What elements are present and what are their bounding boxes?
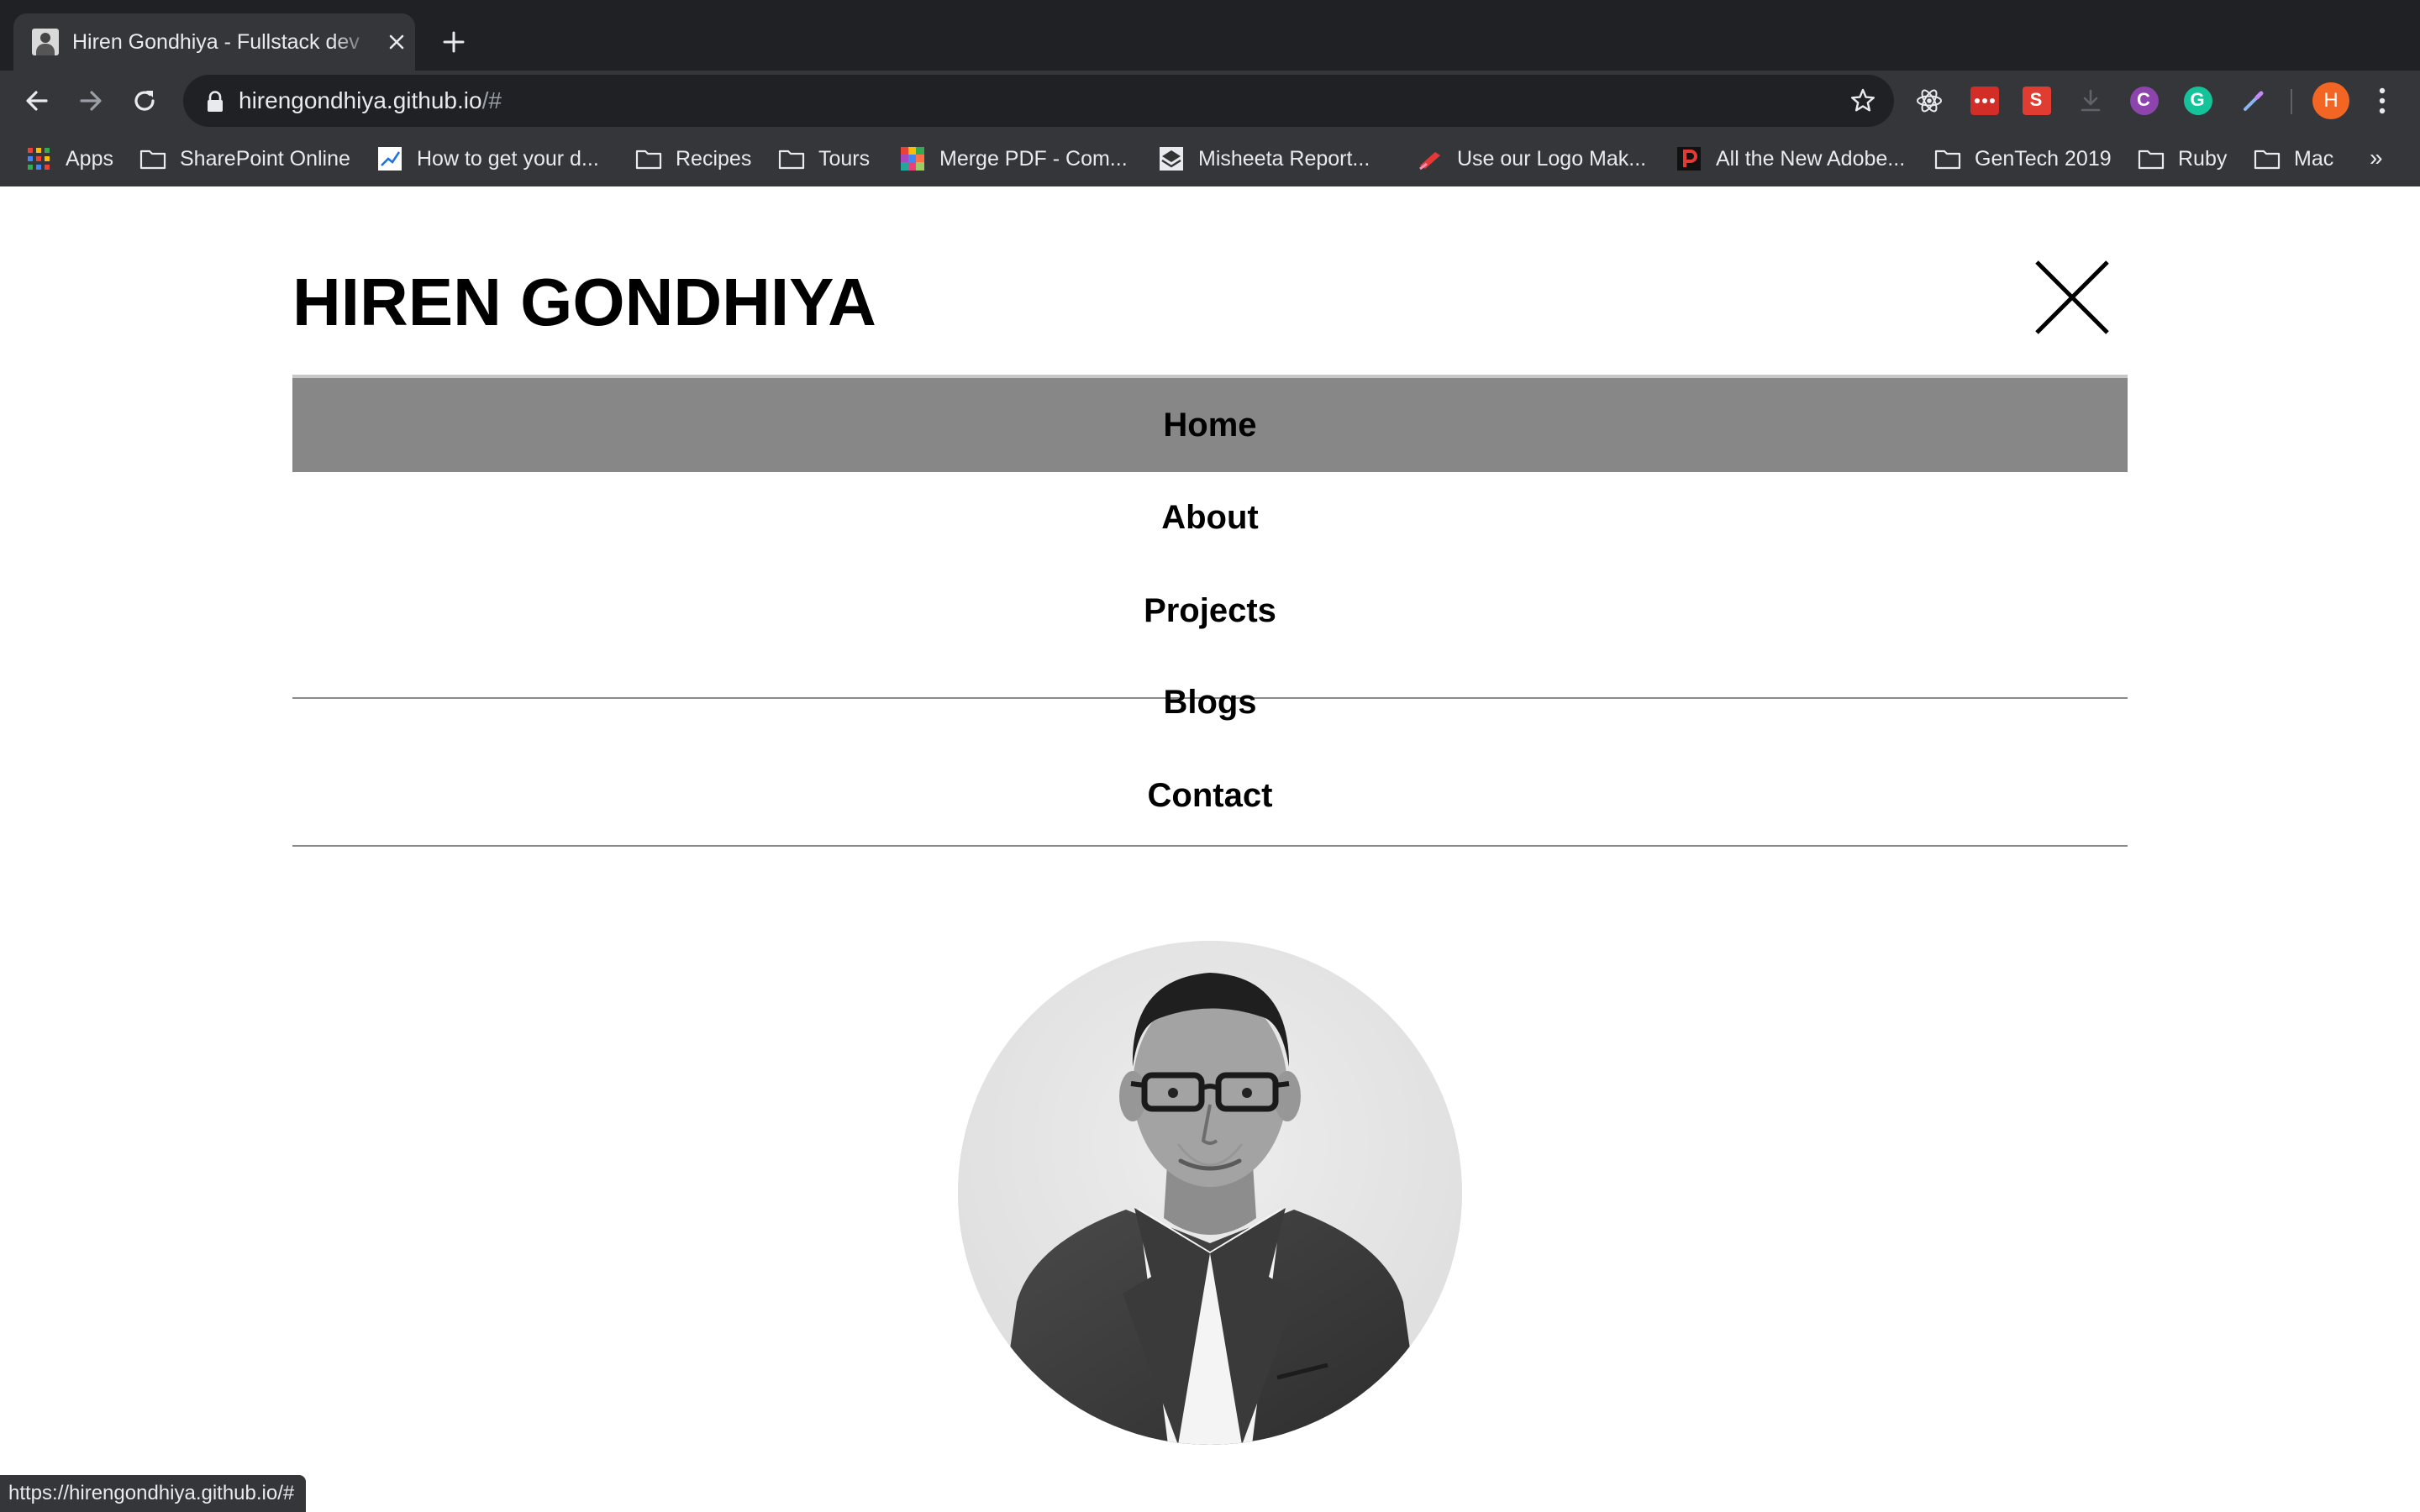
nav-item-contact[interactable]: Contact bbox=[292, 748, 2128, 843]
address-bar[interactable]: hirengondhiya.github.io/# bbox=[183, 75, 1894, 127]
bookmark-misheeta-report[interactable]: Misheeta Report... bbox=[1158, 141, 1370, 176]
folder-icon bbox=[139, 150, 166, 170]
grammarly-icon[interactable]: G bbox=[2183, 86, 2213, 116]
bookmark-label: How to get your d... bbox=[417, 147, 599, 171]
bookmark-label: SharePoint Online bbox=[180, 147, 350, 171]
bookmark-apps[interactable]: Apps bbox=[25, 141, 113, 176]
folder-icon bbox=[2138, 150, 2165, 170]
bookmark-label: All the New Adobe... bbox=[1716, 147, 1906, 171]
tab-close-icon[interactable] bbox=[385, 30, 408, 54]
bookmark-label: Merge PDF - Com... bbox=[939, 147, 1128, 171]
bookmark-how-to-get-your[interactable]: How to get your d... bbox=[376, 141, 599, 176]
nav-item-blogs[interactable]: Blogs bbox=[292, 655, 2128, 749]
nav-item-projects[interactable]: Projects bbox=[292, 564, 2128, 658]
p-favicon-icon bbox=[1677, 147, 1701, 171]
forward-arrow-icon[interactable] bbox=[76, 86, 106, 116]
s-extension-icon[interactable]: S bbox=[2022, 86, 2052, 116]
logo-maker-favicon-icon bbox=[1419, 152, 1440, 171]
grammarly-letter: G bbox=[2190, 89, 2205, 110]
url-host: hirengondhiya.github.io bbox=[239, 87, 482, 113]
bookmark-label: Apps bbox=[66, 147, 113, 171]
c-extension-letter: C bbox=[2137, 89, 2150, 110]
eyedropper-icon[interactable] bbox=[2238, 86, 2269, 116]
bookmark-mac[interactable]: Mac bbox=[2254, 141, 2333, 176]
nav-item-about[interactable]: About bbox=[292, 470, 2128, 564]
c-extension-icon[interactable]: C bbox=[2129, 86, 2160, 116]
tab-title: Hiren Gondhiya - Fullstack dev bbox=[72, 30, 360, 54]
bookmark-star-icon[interactable] bbox=[1849, 87, 1877, 115]
bookmarks-overflow-chevron[interactable]: » bbox=[2370, 141, 2395, 175]
apps-grid-icon bbox=[28, 148, 50, 170]
bookmark-ruby[interactable]: Ruby bbox=[2138, 141, 2227, 176]
bookmark-adobe[interactable]: All the New Adobe... bbox=[1676, 141, 1905, 176]
site-favicon-icon bbox=[32, 29, 59, 55]
folder-icon bbox=[778, 150, 805, 170]
react-devtools-icon[interactable] bbox=[1914, 86, 1944, 116]
bookmarks-bar: Apps SharePoint Online How to get your d… bbox=[0, 131, 2420, 186]
download-icon[interactable] bbox=[2075, 86, 2106, 116]
s-extension-letter: S bbox=[2029, 89, 2043, 110]
url-text[interactable]: hirengondhiya.github.io/# bbox=[239, 87, 502, 115]
bookmark-label: Ruby bbox=[2178, 147, 2228, 171]
bookmark-label: Tours bbox=[818, 147, 871, 171]
browser-toolbar: hirengondhiya.github.io/# S C G bbox=[0, 71, 2420, 131]
status-bar-url: https://hirengondhiya.github.io/# bbox=[0, 1475, 307, 1512]
bookmark-label: Recipes bbox=[676, 147, 752, 171]
bookmark-label: Misheeta Report... bbox=[1198, 147, 1370, 171]
menu-close-icon[interactable] bbox=[2033, 259, 2111, 336]
nav-bottom-divider bbox=[292, 845, 2128, 847]
bookmark-label: Mac bbox=[2294, 147, 2334, 171]
reload-icon[interactable] bbox=[129, 86, 160, 116]
bookmark-recipes[interactable]: Recipes bbox=[635, 141, 751, 176]
bookmark-label: Use our Logo Mak... bbox=[1457, 147, 1647, 171]
toolbar-separator bbox=[2291, 89, 2292, 114]
url-path: /# bbox=[481, 87, 502, 113]
bookmark-tours[interactable]: Tours bbox=[778, 141, 870, 176]
folder-icon bbox=[2254, 150, 2281, 170]
nav-item-home[interactable]: Home bbox=[292, 378, 2128, 472]
browser-tab[interactable]: Hiren Gondhiya - Fullstack dev bbox=[13, 13, 415, 71]
folder-icon bbox=[635, 150, 662, 170]
browser-menu-icon[interactable] bbox=[2371, 84, 2393, 118]
tab-strip: Hiren Gondhiya - Fullstack dev bbox=[0, 0, 2420, 71]
bookmark-sharepoint-online[interactable]: SharePoint Online bbox=[139, 141, 350, 176]
profile-avatar[interactable]: H bbox=[2312, 82, 2349, 119]
lastpass-icon[interactable] bbox=[1970, 86, 2000, 116]
colorful-favicon-icon bbox=[901, 147, 924, 171]
layers-favicon-icon bbox=[1160, 147, 1183, 171]
bookmark-merge-pdf[interactable]: Merge PDF - Com... bbox=[899, 141, 1128, 176]
bookmark-logo-maker[interactable]: Use our Logo Mak... bbox=[1417, 141, 1646, 176]
site-title[interactable]: HIREN GONDHIYA bbox=[292, 264, 876, 341]
folder-icon bbox=[1934, 150, 1961, 170]
chart-favicon-icon bbox=[378, 147, 402, 171]
lock-icon[interactable] bbox=[205, 91, 225, 113]
bookmark-gentech-2019[interactable]: GenTech 2019 bbox=[1934, 141, 2112, 176]
portrait-image bbox=[958, 941, 1462, 1445]
back-arrow-icon[interactable] bbox=[22, 86, 52, 116]
new-tab-icon[interactable] bbox=[439, 27, 469, 57]
page-content: HIREN GONDHIYA Home About Projects Blogs bbox=[0, 186, 2420, 1512]
nav-menu: Home About Projects bbox=[292, 375, 2128, 699]
bookmark-label: GenTech 2019 bbox=[1975, 147, 2112, 171]
profile-photo bbox=[958, 941, 1462, 1445]
